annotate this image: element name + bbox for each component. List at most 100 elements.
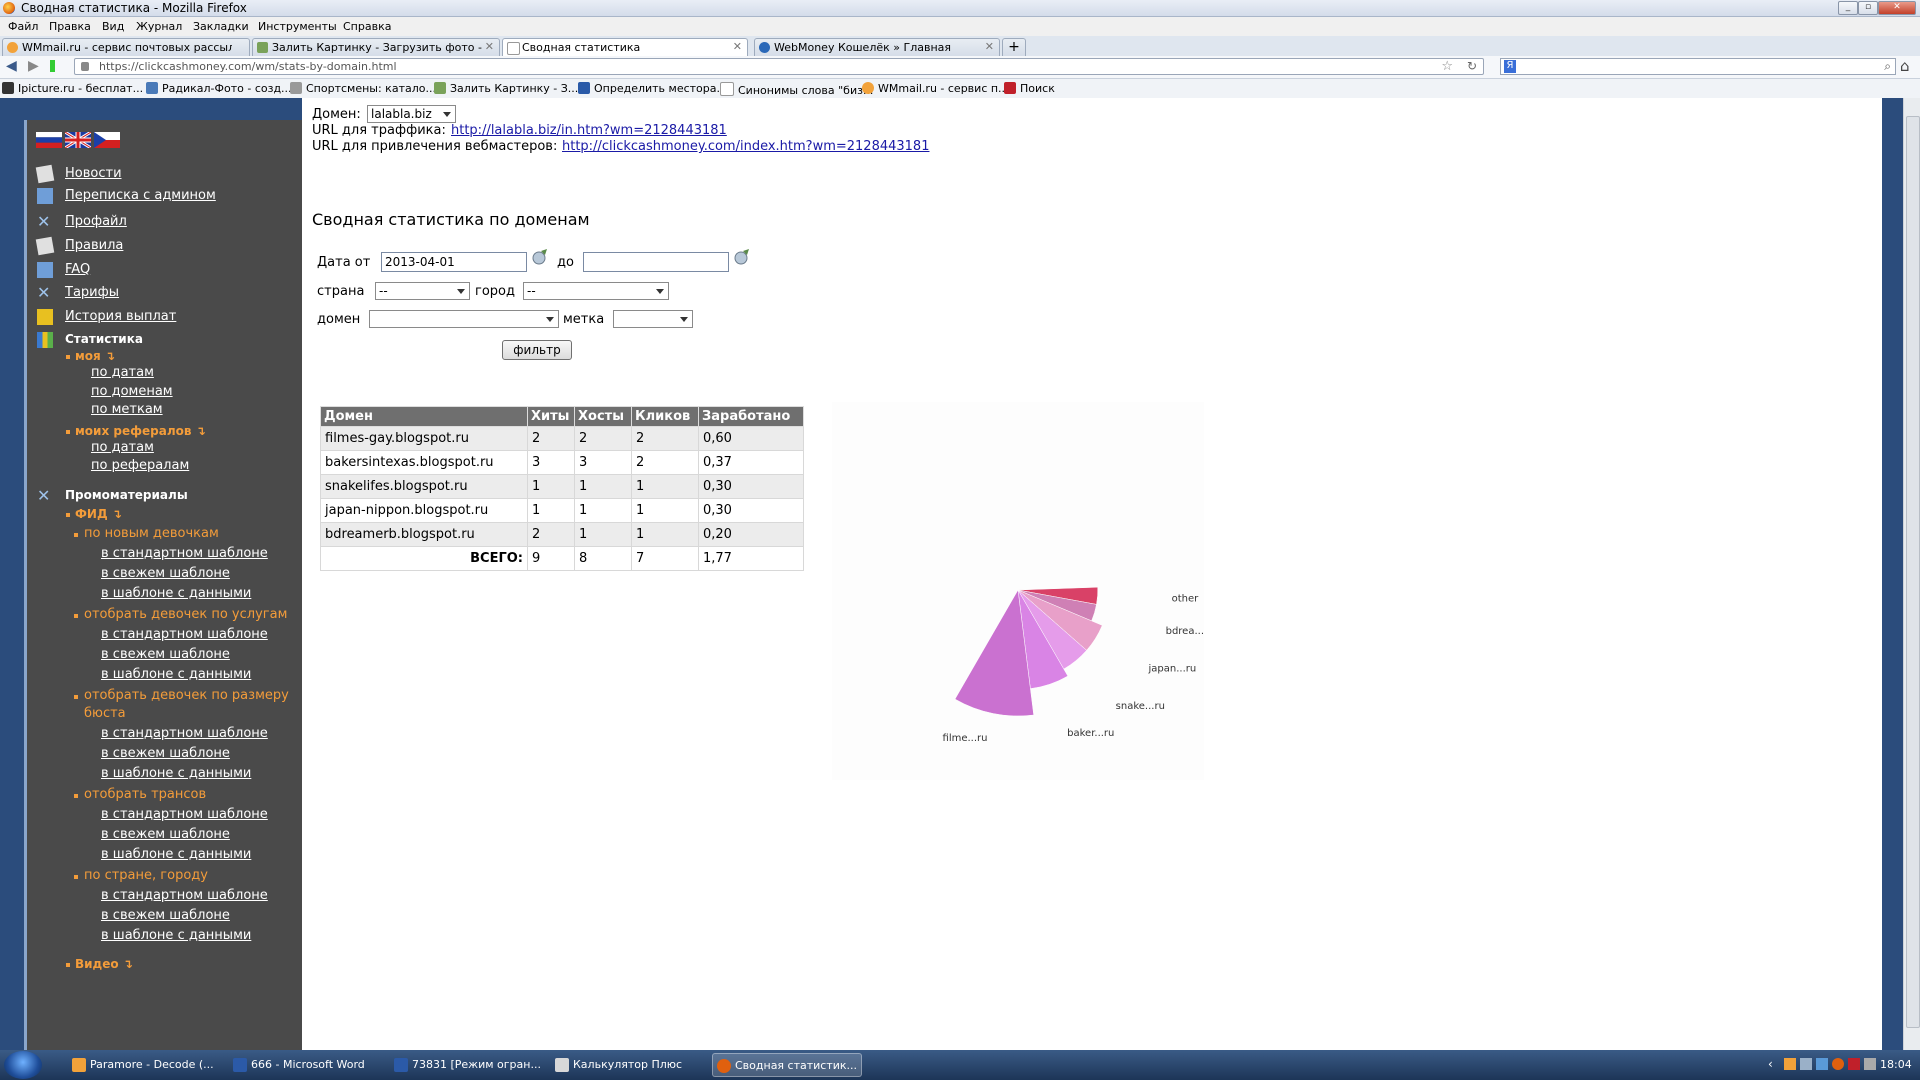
stats-by-domains-link[interactable]: по доменам	[91, 384, 173, 399]
stats-by-tags-link[interactable]: по меткам	[91, 402, 163, 417]
taskbar-item-active[interactable]: Сводная статистик...	[712, 1053, 862, 1077]
header-clicks[interactable]: Кликов	[631, 406, 699, 427]
header-hosts[interactable]: Хосты	[574, 406, 632, 427]
video-toggle[interactable]: Видео ↴	[75, 957, 133, 971]
country-select[interactable]: --	[375, 282, 470, 300]
header-hits[interactable]: Хиты	[527, 406, 575, 427]
scrollbar-thumb[interactable]	[1906, 116, 1920, 1028]
promo-group-title-cont[interactable]: бюста	[84, 706, 126, 721]
nav-payout-history[interactable]: История выплат	[65, 309, 176, 324]
bookmark-item[interactable]: Определить местора...	[578, 82, 727, 95]
tray-firefox-icon[interactable]	[1832, 1058, 1844, 1070]
tab-wmmail[interactable]: WMmail.ru - сервис почтовых рассылок...	[2, 38, 250, 56]
address-bar[interactable]: https://clickcashmoney.com/wm/stats-by-d…	[74, 58, 1484, 75]
bookmark-item[interactable]: Ipicture.ru - бесплат...	[2, 82, 143, 95]
date-to-input[interactable]	[583, 252, 729, 272]
traffic-url-link[interactable]: http://lalabla.biz/in.htm?wm=2128443181	[451, 123, 727, 138]
tab-webmoney[interactable]: WebMoney Кошелёк » Главная ✕	[754, 38, 1000, 56]
header-domain[interactable]: Домен	[320, 406, 528, 427]
referrals-by-dates-link[interactable]: по датам	[91, 440, 154, 455]
nav-faq[interactable]: FAQ	[65, 262, 90, 277]
stats-referrals-toggle[interactable]: моих рефералов ↴	[75, 424, 206, 438]
menu-view[interactable]: Вид	[102, 20, 124, 33]
promo-standard-link[interactable]: в стандартном шаблоне	[101, 807, 268, 822]
nav-messages[interactable]: Переписка с админом	[65, 188, 216, 203]
nav-rules[interactable]: Правила	[65, 238, 123, 253]
tray-network-icon[interactable]	[1800, 1058, 1812, 1070]
bookmark-item[interactable]: Радикал-Фото - созд...	[146, 82, 292, 95]
star-icon[interactable]: ☆	[1441, 59, 1453, 74]
domain-filter-select[interactable]	[369, 310, 559, 328]
minimize-button[interactable]: _	[1838, 1, 1858, 15]
bookmark-item[interactable]: Синонимы слова "биз...	[720, 82, 873, 97]
russian-flag-icon[interactable]	[36, 132, 62, 148]
menu-edit[interactable]: Правка	[49, 20, 91, 33]
close-button[interactable]: ✕	[1878, 1, 1916, 15]
promo-data-link[interactable]: в шаблоне с данными	[101, 667, 251, 682]
close-tab-icon[interactable]: ✕	[985, 40, 994, 53]
referrals-by-referrals-link[interactable]: по рефералам	[91, 458, 189, 473]
close-tab-icon[interactable]: ✕	[485, 40, 494, 53]
promo-group-title[interactable]: по новым девочкам	[84, 526, 219, 541]
promo-fresh-link[interactable]: в свежем шаблоне	[101, 908, 230, 923]
taskbar-item[interactable]: Калькулятор Плюс	[551, 1053, 713, 1077]
promo-standard-link[interactable]: в стандартном шаблоне	[101, 726, 268, 741]
nav-profile[interactable]: Профайл	[65, 214, 127, 229]
promo-group-title[interactable]: отобрать трансов	[84, 787, 206, 802]
search-engine-icon[interactable]: Я	[1504, 60, 1516, 73]
city-select[interactable]: --	[523, 282, 669, 300]
promo-fresh-link[interactable]: в свежем шаблоне	[101, 566, 230, 581]
stats-by-dates-link[interactable]: по датам	[91, 365, 154, 380]
taskbar-item[interactable]: 73831 [Режим огран...	[390, 1053, 552, 1077]
promo-data-link[interactable]: в шаблоне с данными	[101, 928, 251, 943]
czech-flag-icon[interactable]	[94, 132, 120, 148]
promo-standard-link[interactable]: в стандартном шаблоне	[101, 888, 268, 903]
promo-fresh-link[interactable]: в свежем шаблоне	[101, 647, 230, 662]
home-icon[interactable]: ⌂	[1900, 57, 1910, 75]
promo-standard-link[interactable]: в стандартном шаблоне	[101, 627, 268, 642]
menu-help[interactable]: Справка	[343, 20, 391, 33]
calendar-icon[interactable]	[531, 249, 549, 265]
promo-fresh-link[interactable]: в свежем шаблоне	[101, 827, 230, 842]
fid-toggle[interactable]: ФИД ↴	[75, 507, 122, 521]
promo-data-link[interactable]: в шаблоне с данными	[101, 586, 251, 601]
taskbar-item[interactable]: Paramore - Decode (...	[68, 1053, 230, 1077]
promo-data-link[interactable]: в шаблоне с данными	[101, 766, 251, 781]
promo-group-title[interactable]: по стране, городу	[84, 868, 208, 883]
uk-flag-icon[interactable]	[65, 132, 91, 148]
back-icon[interactable]: ◀	[6, 58, 17, 74]
tab-upload-image[interactable]: Залить Картинку - Загрузить фото - Ф... …	[252, 38, 500, 56]
promo-standard-link[interactable]: в стандартном шаблоне	[101, 546, 268, 561]
nav-news[interactable]: Новости	[65, 166, 122, 181]
nav-tariffs[interactable]: Тарифы	[65, 285, 119, 300]
menu-history[interactable]: Журнал	[136, 20, 182, 33]
filter-button[interactable]: фильтр	[502, 340, 572, 360]
promo-group-title[interactable]: отобрать девочек по размеру	[84, 688, 289, 703]
forward-icon[interactable]: ▶	[28, 58, 39, 74]
webmasters-url-link[interactable]: http://clickcashmoney.com/index.htm?wm=2…	[562, 139, 929, 154]
menu-tools[interactable]: Инструменты	[258, 20, 337, 33]
bookmark-item[interactable]: Залить Картинку - З...	[434, 82, 578, 95]
bookmark-item[interactable]: WMmail.ru - сервис п...	[862, 82, 1009, 95]
menu-file[interactable]: Файл	[8, 20, 38, 33]
bookmark-item[interactable]: Спортсмены: катало...	[290, 82, 436, 95]
header-earned[interactable]: Заработано	[698, 406, 804, 427]
maximize-button[interactable]: ▫	[1858, 1, 1878, 15]
reload-icon[interactable]: ↻	[1467, 59, 1477, 73]
search-icon[interactable]: ⌕	[1884, 59, 1891, 74]
tray-vlc-icon[interactable]	[1784, 1058, 1796, 1070]
search-input[interactable]: Я ⌕	[1500, 58, 1896, 75]
bookmark-item[interactable]: Поиск	[1004, 82, 1055, 95]
tab-summary-stats[interactable]: Сводная статистика ✕	[502, 38, 748, 57]
promo-fresh-link[interactable]: в свежем шаблоне	[101, 746, 230, 761]
tray-volume-icon[interactable]	[1816, 1058, 1828, 1070]
date-from-input[interactable]: 2013-04-01	[381, 252, 527, 272]
new-tab-button[interactable]: +	[1002, 38, 1026, 56]
tray-expand-icon[interactable]: ‹	[1768, 1057, 1773, 1071]
start-button[interactable]	[4, 1051, 42, 1079]
domain-select[interactable]: lalabla.biz	[367, 105, 456, 123]
tag-select[interactable]	[613, 310, 693, 328]
menu-bookmarks[interactable]: Закладки	[193, 20, 249, 33]
close-tab-icon[interactable]: ✕	[733, 40, 742, 53]
taskbar-item[interactable]: 666 - Microsoft Word	[229, 1053, 391, 1077]
